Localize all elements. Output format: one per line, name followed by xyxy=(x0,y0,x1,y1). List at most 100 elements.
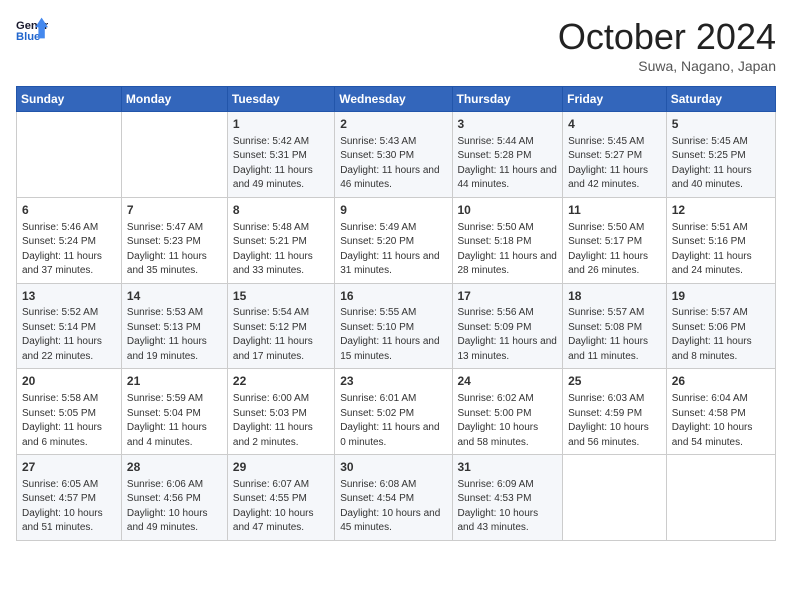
day-number: 20 xyxy=(22,373,116,390)
day-number: 21 xyxy=(127,373,222,390)
day-number: 2 xyxy=(340,116,446,133)
day-number: 26 xyxy=(672,373,770,390)
calendar-cell: 12 Sunrise: 5:51 AMSunset: 5:16 PMDayligh… xyxy=(666,197,775,283)
week-row-1: 1 Sunrise: 5:42 AMSunset: 5:31 PMDaylight… xyxy=(17,112,776,198)
weekday-friday: Friday xyxy=(563,87,667,112)
day-info: Sunrise: 6:08 AMSunset: 4:54 PMDaylight:… xyxy=(340,478,446,536)
calendar-cell: 25 Sunrise: 6:03 AMSunset: 4:59 PMDayligh… xyxy=(563,369,667,455)
calendar-table: SundayMondayTuesdayWednesdayThursdayFrid… xyxy=(16,86,776,541)
day-number: 31 xyxy=(458,459,558,476)
weekday-header-row: SundayMondayTuesdayWednesdayThursdayFrid… xyxy=(17,87,776,112)
day-info: Sunrise: 5:43 AMSunset: 5:30 PMDaylight:… xyxy=(340,135,446,193)
calendar-cell: 23 Sunrise: 6:01 AMSunset: 5:02 PMDayligh… xyxy=(335,369,452,455)
day-info: Sunrise: 5:55 AMSunset: 5:10 PMDaylight:… xyxy=(340,306,446,364)
day-number: 25 xyxy=(568,373,661,390)
title-block: October 2024 Suwa, Nagano, Japan xyxy=(558,16,776,74)
day-info: Sunrise: 5:50 AMSunset: 5:17 PMDaylight:… xyxy=(568,221,661,279)
svg-text:Blue: Blue xyxy=(16,31,40,43)
calendar-cell: 21 Sunrise: 5:59 AMSunset: 5:04 PMDayligh… xyxy=(121,369,227,455)
day-number: 27 xyxy=(22,459,116,476)
weekday-thursday: Thursday xyxy=(452,87,563,112)
day-info: Sunrise: 5:45 AMSunset: 5:25 PMDaylight:… xyxy=(672,135,770,193)
day-info: Sunrise: 5:47 AMSunset: 5:23 PMDaylight:… xyxy=(127,221,222,279)
weekday-wednesday: Wednesday xyxy=(335,87,452,112)
day-number: 10 xyxy=(458,202,558,219)
day-number: 13 xyxy=(22,288,116,305)
calendar-header: SundayMondayTuesdayWednesdayThursdayFrid… xyxy=(17,87,776,112)
day-info: Sunrise: 6:02 AMSunset: 5:00 PMDaylight:… xyxy=(458,392,558,450)
calendar-cell: 6 Sunrise: 5:46 AMSunset: 5:24 PMDaylight… xyxy=(17,197,122,283)
calendar-cell: 20Sunrise: 5:58 AMSunset: 5:05 PMDayligh… xyxy=(17,369,122,455)
day-info: Sunrise: 5:42 AMSunset: 5:31 PMDaylight:… xyxy=(233,135,329,193)
day-info: Sunrise: 5:48 AMSunset: 5:21 PMDaylight:… xyxy=(233,221,329,279)
day-info: Sunrise: 5:54 AMSunset: 5:12 PMDaylight:… xyxy=(233,306,329,364)
logo: General Blue xyxy=(16,16,48,44)
day-info: Sunrise: 5:57 AMSunset: 5:08 PMDaylight:… xyxy=(568,306,661,364)
day-number: 7 xyxy=(127,202,222,219)
calendar-cell: 11 Sunrise: 5:50 AMSunset: 5:17 PMDayligh… xyxy=(563,197,667,283)
day-info: Sunrise: 5:45 AMSunset: 5:27 PMDaylight:… xyxy=(568,135,661,193)
day-info: Sunrise: 6:03 AMSunset: 4:59 PMDaylight:… xyxy=(568,392,661,450)
day-info: Sunrise: 5:44 AMSunset: 5:28 PMDaylight:… xyxy=(458,135,558,193)
calendar-cell: 18Sunrise: 5:57 AMSunset: 5:08 PMDayligh… xyxy=(563,283,667,369)
weekday-saturday: Saturday xyxy=(666,87,775,112)
day-number: 15 xyxy=(233,288,329,305)
day-number: 19 xyxy=(672,288,770,305)
day-number: 8 xyxy=(233,202,329,219)
calendar-cell: 30 Sunrise: 6:08 AMSunset: 4:54 PMDayligh… xyxy=(335,455,452,541)
day-info: Sunrise: 6:06 AMSunset: 4:56 PMDaylight:… xyxy=(127,478,222,536)
day-info: Sunrise: 5:53 AMSunset: 5:13 PMDaylight:… xyxy=(127,306,222,364)
week-row-5: 27Sunrise: 6:05 AMSunset: 4:57 PMDayligh… xyxy=(17,455,776,541)
calendar-cell xyxy=(17,112,122,198)
day-info: Sunrise: 5:56 AMSunset: 5:09 PMDaylight:… xyxy=(458,306,558,364)
calendar-cell: 1 Sunrise: 5:42 AMSunset: 5:31 PMDaylight… xyxy=(227,112,334,198)
day-number: 28 xyxy=(127,459,222,476)
calendar-cell xyxy=(666,455,775,541)
week-row-2: 6 Sunrise: 5:46 AMSunset: 5:24 PMDaylight… xyxy=(17,197,776,283)
day-number: 24 xyxy=(458,373,558,390)
day-number: 23 xyxy=(340,373,446,390)
day-number: 11 xyxy=(568,202,661,219)
day-info: Sunrise: 5:50 AMSunset: 5:18 PMDaylight:… xyxy=(458,221,558,279)
day-number: 12 xyxy=(672,202,770,219)
day-info: Sunrise: 5:51 AMSunset: 5:16 PMDaylight:… xyxy=(672,221,770,279)
day-info: Sunrise: 6:09 AMSunset: 4:53 PMDaylight:… xyxy=(458,478,558,536)
day-number: 30 xyxy=(340,459,446,476)
day-info: Sunrise: 5:57 AMSunset: 5:06 PMDaylight:… xyxy=(672,306,770,364)
calendar-cell: 15Sunrise: 5:54 AMSunset: 5:12 PMDayligh… xyxy=(227,283,334,369)
calendar-cell: 22 Sunrise: 6:00 AMSunset: 5:03 PMDayligh… xyxy=(227,369,334,455)
day-number: 3 xyxy=(458,116,558,133)
day-info: Sunrise: 5:59 AMSunset: 5:04 PMDaylight:… xyxy=(127,392,222,450)
day-info: Sunrise: 6:07 AMSunset: 4:55 PMDaylight:… xyxy=(233,478,329,536)
location: Suwa, Nagano, Japan xyxy=(558,58,776,74)
day-number: 16 xyxy=(340,288,446,305)
day-info: Sunrise: 6:01 AMSunset: 5:02 PMDaylight:… xyxy=(340,392,446,450)
calendar-cell xyxy=(563,455,667,541)
calendar-cell: 10 Sunrise: 5:50 AMSunset: 5:18 PMDayligh… xyxy=(452,197,563,283)
day-number: 9 xyxy=(340,202,446,219)
day-info: Sunrise: 5:49 AMSunset: 5:20 PMDaylight:… xyxy=(340,221,446,279)
day-info: Sunrise: 5:46 AMSunset: 5:24 PMDaylight:… xyxy=(22,221,116,279)
calendar-cell: 16Sunrise: 5:55 AMSunset: 5:10 PMDayligh… xyxy=(335,283,452,369)
week-row-4: 20Sunrise: 5:58 AMSunset: 5:05 PMDayligh… xyxy=(17,369,776,455)
calendar-cell: 31 Sunrise: 6:09 AMSunset: 4:53 PMDayligh… xyxy=(452,455,563,541)
day-info: Sunrise: 6:04 AMSunset: 4:58 PMDaylight:… xyxy=(672,392,770,450)
day-number: 22 xyxy=(233,373,329,390)
calendar-cell: 4 Sunrise: 5:45 AMSunset: 5:27 PMDaylight… xyxy=(563,112,667,198)
week-row-3: 13Sunrise: 5:52 AMSunset: 5:14 PMDayligh… xyxy=(17,283,776,369)
calendar-cell: 9 Sunrise: 5:49 AMSunset: 5:20 PMDaylight… xyxy=(335,197,452,283)
day-number: 1 xyxy=(233,116,329,133)
day-number: 17 xyxy=(458,288,558,305)
day-number: 5 xyxy=(672,116,770,133)
calendar-cell: 8 Sunrise: 5:48 AMSunset: 5:21 PMDaylight… xyxy=(227,197,334,283)
calendar-cell: 7 Sunrise: 5:47 AMSunset: 5:23 PMDaylight… xyxy=(121,197,227,283)
calendar-cell: 14Sunrise: 5:53 AMSunset: 5:13 PMDayligh… xyxy=(121,283,227,369)
weekday-monday: Monday xyxy=(121,87,227,112)
month-title: October 2024 xyxy=(558,16,776,58)
calendar-cell: 13Sunrise: 5:52 AMSunset: 5:14 PMDayligh… xyxy=(17,283,122,369)
weekday-sunday: Sunday xyxy=(17,87,122,112)
day-info: Sunrise: 6:00 AMSunset: 5:03 PMDaylight:… xyxy=(233,392,329,450)
logo-icon: General Blue xyxy=(16,16,48,44)
day-number: 4 xyxy=(568,116,661,133)
day-number: 6 xyxy=(22,202,116,219)
